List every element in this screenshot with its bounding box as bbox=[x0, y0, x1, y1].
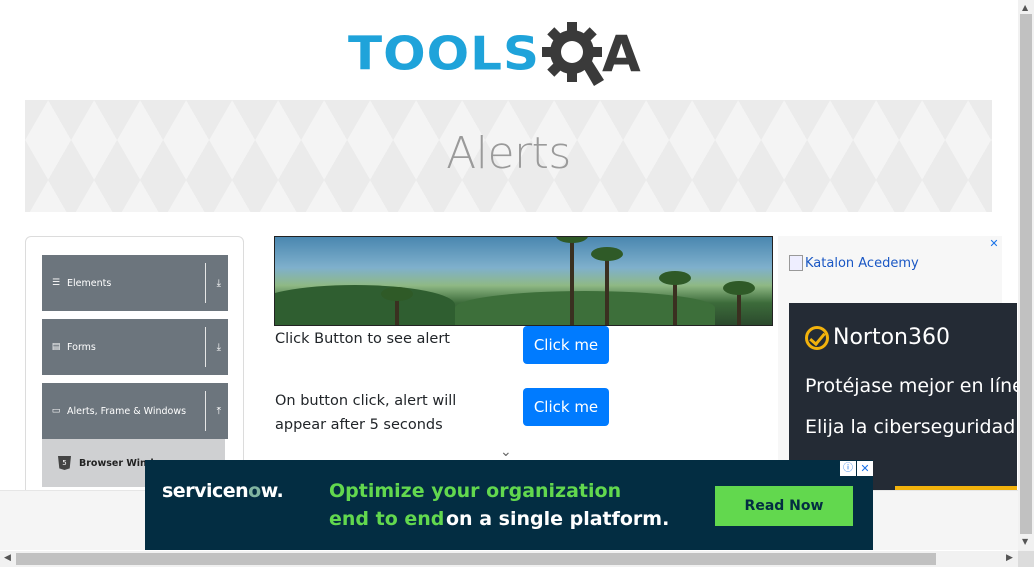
divider bbox=[205, 263, 206, 303]
timer-alert-row-text-line2: appear after 5 seconds bbox=[275, 417, 443, 433]
broken-image-icon bbox=[789, 255, 803, 271]
nav-group-alerts-frame-windows[interactable]: ▭ Alerts, Frame & Windows ⤒ bbox=[42, 383, 228, 439]
adchoices-icon[interactable]: ⓘ bbox=[840, 461, 856, 476]
page-title: Alerts bbox=[446, 128, 571, 179]
palm-tree bbox=[591, 247, 623, 325]
norton-logo: Norton360 bbox=[805, 325, 950, 350]
norton-headline: Protéjase mejor en línea. bbox=[805, 375, 1017, 397]
palm-tree bbox=[556, 237, 588, 325]
palm-tree bbox=[723, 281, 755, 325]
vertical-scrollbar[interactable]: ▲ ▼ bbox=[1018, 0, 1034, 551]
katalon-ad-alt-text: Katalon Acedemy bbox=[805, 255, 919, 271]
chevron-down-icon: ⌄ bbox=[500, 444, 512, 460]
nav-group-forms[interactable]: ▤ Forms ⤓ bbox=[42, 319, 228, 375]
scroll-up-icon[interactable]: ▲ bbox=[1022, 3, 1028, 12]
gear-icon bbox=[542, 22, 604, 86]
window-icon: ▭ bbox=[51, 406, 61, 416]
download-icon: ⤓ bbox=[216, 277, 221, 289]
horizontal-scroll-thumb[interactable] bbox=[16, 553, 936, 565]
horizontal-scrollbar[interactable]: ◀ ▶ bbox=[0, 551, 1018, 567]
page: TOOLS A Alerts ☰ Elements ⤓ ▤ Forms ⤓ ▭ … bbox=[0, 0, 1034, 567]
toolsqa-logo[interactable]: TOOLS A bbox=[348, 14, 678, 94]
banner-ad-image[interactable] bbox=[274, 236, 773, 326]
alert-button[interactable]: Click me bbox=[523, 326, 609, 364]
nav-group-elements[interactable]: ☰ Elements ⤓ bbox=[42, 255, 228, 311]
menu-icon: ☰ bbox=[51, 278, 61, 288]
html5-icon: 5 bbox=[58, 456, 71, 470]
logo-text: o bbox=[248, 480, 261, 502]
close-ad-icon[interactable]: ✕ bbox=[857, 461, 873, 476]
palm-tree bbox=[659, 271, 691, 325]
document-icon: ▤ bbox=[51, 342, 61, 352]
ad-headline-line1: Optimize your organization bbox=[329, 480, 622, 502]
scroll-down-icon[interactable]: ▼ bbox=[1022, 537, 1028, 546]
scenery bbox=[275, 285, 455, 325]
download-icon: ⤓ bbox=[216, 341, 221, 353]
read-now-button[interactable]: Read Now bbox=[715, 486, 853, 526]
scroll-right-icon[interactable]: ▶ bbox=[1006, 553, 1013, 563]
left-nav-panel: ☰ Elements ⤓ ▤ Forms ⤓ ▭ Alerts, Frame &… bbox=[25, 236, 244, 496]
timer-alert-button[interactable]: Click me bbox=[523, 388, 609, 426]
scroll-left-icon[interactable]: ◀ bbox=[4, 553, 11, 563]
nav-group-label: Forms bbox=[67, 341, 96, 353]
norton-subheadline: Elija la ciberseguridad. bbox=[805, 416, 1017, 438]
logo-text-tools: TOOLS bbox=[348, 27, 540, 81]
scrollbar-corner bbox=[1018, 551, 1034, 567]
servicenow-ad[interactable]: servicenow. Optimize your organization e… bbox=[145, 460, 873, 550]
logo-text: servicen bbox=[162, 480, 249, 502]
nav-group-label: Elements bbox=[67, 277, 112, 289]
ad-headline-line2-highlight: end to end bbox=[329, 508, 445, 530]
norton-brand: Norton360 bbox=[833, 325, 950, 350]
nav-group-label: Alerts, Frame & Windows bbox=[67, 405, 187, 417]
logo-text-a: A bbox=[602, 25, 641, 83]
alert-row-text: Click Button to see alert bbox=[275, 331, 450, 347]
ad-headline-line2: on a single platform. bbox=[446, 508, 670, 530]
servicenow-logo: servicenow. bbox=[162, 480, 284, 502]
timer-alert-row-text-line1: On button click, alert will bbox=[275, 393, 457, 409]
page-banner: Alerts bbox=[25, 100, 992, 212]
logo-text: w. bbox=[260, 480, 284, 502]
close-icon[interactable]: ✕ bbox=[988, 237, 1000, 251]
palm-tree bbox=[381, 287, 413, 325]
katalon-ad-link[interactable]: Katalon Acedemy bbox=[789, 255, 919, 271]
divider bbox=[205, 391, 206, 431]
upload-icon: ⤒ bbox=[216, 405, 221, 417]
divider bbox=[205, 327, 206, 367]
check-icon bbox=[805, 325, 829, 350]
vertical-scroll-thumb[interactable] bbox=[1020, 14, 1032, 534]
